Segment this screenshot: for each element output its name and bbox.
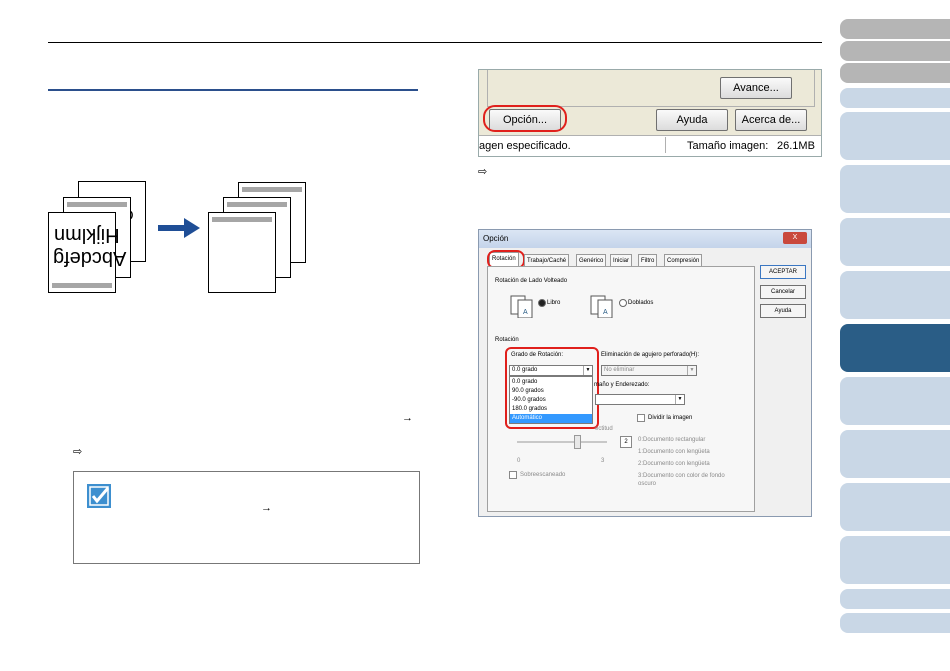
nav-tab-5[interactable]: [840, 112, 950, 160]
rotation-group-label: Rotación: [495, 337, 519, 343]
nav-tab-15[interactable]: [840, 613, 950, 633]
nav-tab-1[interactable]: [840, 19, 950, 39]
split-image-checkbox[interactable]: [637, 414, 645, 422]
split-image-label: Dividir la imagen: [648, 415, 693, 421]
image-size-label: Tamaño imagen:: [687, 140, 769, 152]
doc-type-3: 3:Documento con color de fondo oscuro: [638, 473, 725, 487]
chevron-down-icon[interactable]: ▼: [675, 395, 684, 404]
twain-dialog-fragment: Avance... Opción... Ayuda Acerca de... a…: [478, 69, 822, 157]
avance-button[interactable]: Avance...: [720, 77, 792, 99]
help-button[interactable]: Ayuda: [760, 304, 806, 318]
image-size-value: 26.1MB: [777, 140, 815, 152]
page-bar: [52, 283, 112, 288]
book-label: Libro: [547, 300, 561, 306]
rectitud-label: ectitud: [595, 426, 613, 432]
nav-tab-11[interactable]: [840, 430, 950, 478]
hint-reference-arrow: →: [261, 502, 272, 514]
slider-min: 0: [517, 458, 521, 464]
folded-page-icon: A: [590, 295, 613, 318]
page-bar: [242, 187, 302, 192]
slider-thumb[interactable]: [574, 435, 581, 449]
chevron-down-icon[interactable]: ▼: [687, 366, 696, 375]
slider-track: [517, 441, 607, 443]
nav-tab-6[interactable]: [840, 165, 950, 213]
nav-tab-8[interactable]: [840, 271, 950, 319]
nav-tab-current[interactable]: [840, 324, 950, 372]
header-rule: [48, 42, 822, 43]
front-page-upside-down: Hijklmn Abcdefg: [48, 212, 126, 293]
highlight-opcion: [483, 105, 567, 132]
slider-max: 3: [601, 458, 605, 464]
size-deskew-label: maño y Enderezado:: [594, 382, 650, 388]
nav-tab-12[interactable]: [840, 483, 950, 531]
screenshot-arrow: ⇨: [478, 166, 488, 178]
sample-text-line1: Abcdefg: [53, 247, 127, 269]
nav-tab-2[interactable]: [840, 41, 950, 61]
svg-text:A: A: [603, 309, 608, 316]
status-divider: [665, 137, 666, 153]
page-bar: [67, 202, 127, 207]
nav-tab-7[interactable]: [840, 218, 950, 266]
section-heading-rule: [48, 89, 418, 91]
folded-label: Doblados: [628, 300, 654, 306]
status-message: agen especificado.: [479, 140, 571, 152]
after-front-page: [208, 212, 276, 293]
punch-hole-label: Eliminación de agujero perforado(H):: [601, 352, 700, 358]
punch-hole-select[interactable]: No eliminar ▼: [601, 365, 697, 376]
reference-arrow: →: [402, 412, 413, 424]
slider-value-box: 2: [620, 436, 632, 448]
checkmark-hint-icon: [87, 484, 111, 508]
doc-type-0: 0:Documento rectangular: [638, 437, 706, 443]
size-deskew-select[interactable]: ▼: [595, 394, 685, 405]
doc-type-2: 2:Documento con lengüeta: [638, 461, 710, 467]
accept-button[interactable]: ACEPTAR: [760, 265, 806, 279]
dialog-titlebar: Opción X: [479, 230, 811, 248]
highlight-degree-dropdown: [505, 347, 599, 429]
dialog-title: Opción: [483, 234, 509, 243]
svg-text:A: A: [523, 309, 528, 316]
nav-tab-3[interactable]: [840, 63, 950, 83]
nav-tab-13[interactable]: [840, 536, 950, 584]
book-radio[interactable]: [538, 299, 546, 307]
nav-tab-10[interactable]: [840, 377, 950, 425]
page-bar: [227, 202, 287, 207]
page-bar: [212, 217, 272, 222]
close-icon[interactable]: X: [783, 232, 807, 244]
nav-tab-14[interactable]: [840, 589, 950, 609]
status-bar: agen especificado. Tamaño imagen: 26.1MB: [479, 135, 821, 156]
punch-hole-value: No eliminar: [604, 367, 635, 373]
sample-text-line2: Hijklmn: [54, 224, 120, 246]
see-also-arrow: ⇨: [73, 446, 83, 458]
flip-group-label: Rotación de Lado Volteado: [495, 278, 568, 284]
option-dialog: Opción X Rotación Trabajo/Caché Genérico…: [478, 229, 812, 517]
acerca-button[interactable]: Acerca de...: [735, 109, 807, 131]
folded-radio[interactable]: [619, 299, 627, 307]
cancel-button[interactable]: Cancelar: [760, 285, 806, 299]
overscan-checkbox[interactable]: [509, 471, 517, 479]
book-page-icon: A: [510, 295, 533, 318]
nav-tab-4[interactable]: [840, 88, 950, 108]
doc-type-1: 1:Documento con lengüeta: [638, 449, 710, 455]
ayuda-button[interactable]: Ayuda: [656, 109, 728, 131]
hint-box: →: [73, 471, 420, 564]
right-arrow-icon: [158, 218, 200, 238]
overscan-label: Sobreescaneado: [520, 472, 566, 478]
